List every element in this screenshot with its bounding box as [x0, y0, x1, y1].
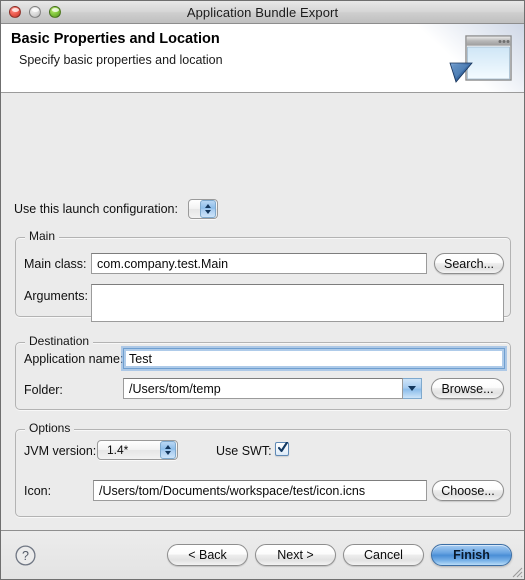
icon-path-input[interactable]: /Users/tom/Documents/workspace/test/icon… [93, 480, 427, 501]
application-name-input[interactable]: Test [123, 348, 505, 369]
help-button[interactable]: ? [15, 545, 36, 566]
main-class-input[interactable]: com.company.test.Main [91, 253, 427, 274]
folder-label: Folder: [24, 383, 63, 397]
title-bar: Application Bundle Export [1, 1, 524, 24]
finish-button[interactable]: Finish [431, 544, 512, 566]
launch-configuration-label: Use this launch configuration: [14, 202, 178, 216]
group-destination-title: Destination [25, 334, 94, 348]
page-subtitle: Specify basic properties and location [19, 53, 223, 67]
stepper-icon[interactable] [160, 441, 176, 459]
use-swt-label: Use SWT: [216, 444, 272, 458]
chevron-down-icon [204, 210, 211, 214]
cancel-button[interactable]: Cancel [343, 544, 424, 566]
jvm-version-value: 1.4* [107, 443, 129, 457]
svg-text:?: ? [22, 549, 29, 563]
chevron-down-icon [408, 386, 416, 391]
folder-dropdown-button[interactable] [403, 378, 422, 399]
search-button[interactable]: Search... [434, 253, 504, 274]
resize-grip[interactable] [509, 564, 523, 578]
close-button[interactable] [9, 6, 21, 18]
folder-input[interactable]: /Users/tom/temp [123, 378, 403, 399]
window-title: Application Bundle Export [186, 4, 339, 20]
form-content: Use this launch configuration: Main Main… [1, 93, 524, 531]
browse-button[interactable]: Browse... [431, 378, 504, 399]
arguments-label: Arguments: [24, 289, 88, 303]
back-button[interactable]: < Back [167, 544, 248, 566]
page-title: Basic Properties and Location [11, 31, 220, 47]
use-swt-checkbox[interactable] [275, 442, 289, 456]
main-class-label: Main class: [24, 257, 87, 271]
stepper-icon[interactable] [199, 200, 216, 218]
jvm-version-label: JVM version: [24, 444, 97, 458]
chevron-up-icon [204, 204, 211, 208]
checkmark-icon [278, 442, 288, 453]
arguments-input[interactable] [91, 284, 504, 322]
export-window-icon [449, 35, 512, 83]
group-main-title: Main [25, 229, 60, 243]
next-button[interactable]: Next > [255, 544, 336, 566]
jvm-version-select[interactable]: 1.4* [97, 440, 178, 460]
launch-configuration-row: Use this launch configuration: [14, 199, 218, 219]
icon-label: Icon: [24, 484, 52, 498]
group-options-title: Options [25, 421, 75, 435]
minimize-button[interactable] [29, 6, 41, 18]
footer-buttons: < Back Next > Cancel Finish [167, 544, 512, 566]
zoom-button[interactable] [49, 6, 61, 18]
application-name-label: Application name: [24, 352, 124, 366]
chevron-down-icon [165, 451, 171, 455]
choose-button[interactable]: Choose... [432, 480, 504, 501]
application-window: Application Bundle Export Basic Properti… [0, 0, 525, 580]
launch-configuration-select[interactable] [187, 199, 218, 219]
dialog-footer: ? < Back Next > Cancel Finish [1, 531, 524, 579]
group-options [15, 429, 511, 517]
window-controls [9, 6, 61, 18]
chevron-up-icon [165, 445, 171, 449]
folder-combo[interactable]: /Users/tom/temp [123, 378, 422, 399]
wizard-banner: Basic Properties and Location Specify ba… [1, 24, 524, 93]
